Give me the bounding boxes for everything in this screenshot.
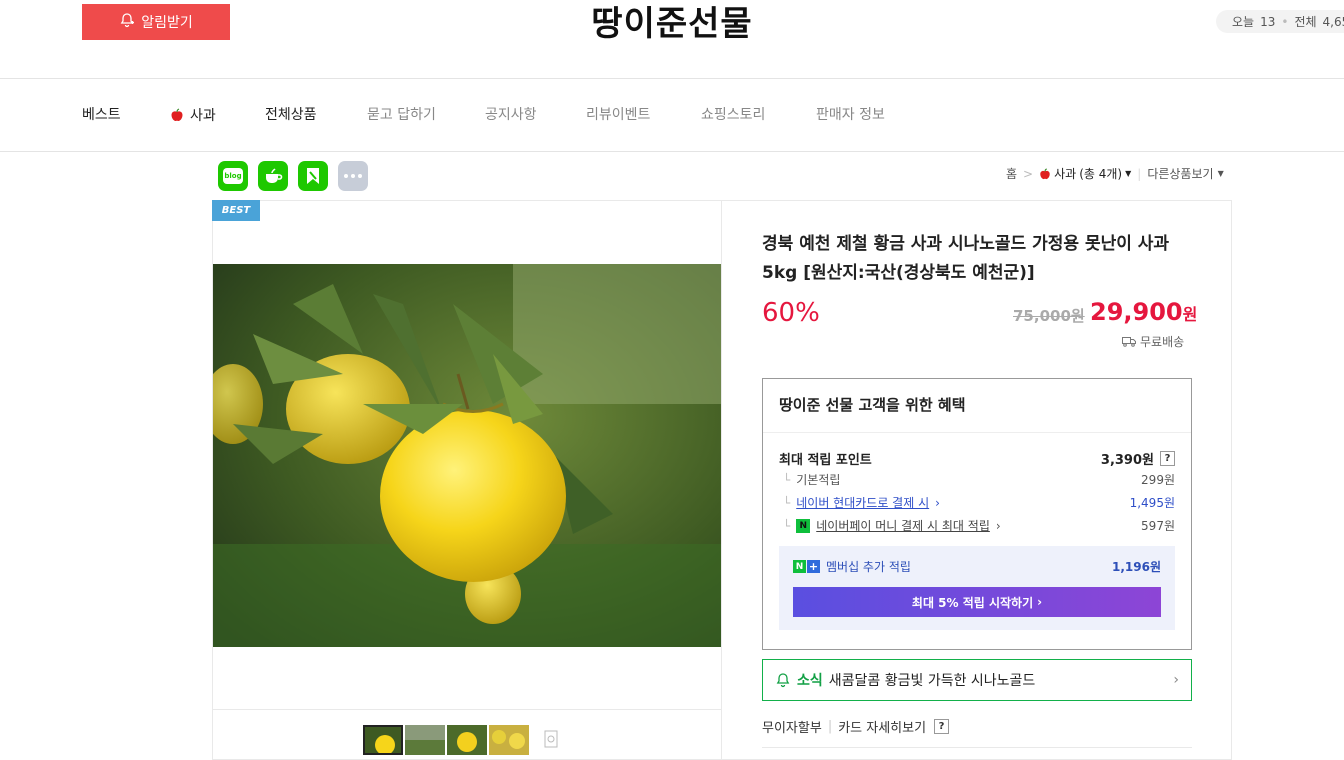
visitor-counter: 오늘 13 • 전체 4,658 xyxy=(1216,10,1344,33)
sale-price: 29,900원 xyxy=(1090,298,1197,326)
max-point-row: 최대 적립 포인트 3,390원? xyxy=(779,449,1175,468)
nav-item-review-event[interactable]: 리뷰이벤트 xyxy=(586,104,701,126)
header-divider xyxy=(0,78,1344,79)
shipping-label: 무료배송 xyxy=(1140,335,1185,349)
tree-branch-icon: └ xyxy=(783,495,791,510)
tree-branch-icon: └ xyxy=(783,518,791,533)
blog-share-label: blog xyxy=(223,168,243,184)
point-row-basic-label: 기본적립 xyxy=(796,473,841,487)
breadcrumb-home[interactable]: 홈 xyxy=(1006,165,1017,182)
sale-price-value: 29,900 xyxy=(1090,298,1183,326)
bell-icon xyxy=(776,673,790,688)
card-details-link[interactable]: 카드 자세히보기 xyxy=(838,717,926,736)
nav-item-notice[interactable]: 공지사항 xyxy=(485,104,586,126)
store-name[interactable]: 땅이준선물 xyxy=(0,0,1344,45)
npay-icon: N xyxy=(796,518,811,533)
membership-row: N + 멤버십 추가 적립 1,196원 xyxy=(793,558,1161,575)
best-badge: BEST xyxy=(212,200,260,221)
point-row-npay-amount: 597원 xyxy=(1141,519,1175,533)
membership-start-button[interactable]: 최대 5% 적립 시작하기 › xyxy=(793,587,1161,617)
thumbnail-2[interactable] xyxy=(405,725,445,755)
visitor-today-count: 13 xyxy=(1260,14,1276,29)
chevron-right-icon: › xyxy=(1037,595,1043,609)
thumbnail-5-logo[interactable] xyxy=(531,725,571,755)
point-row-basic: └ 기본적립 299원 xyxy=(779,471,1175,488)
visitor-total-count: 4,658 xyxy=(1322,14,1344,29)
visitor-total-label: 전체 xyxy=(1294,15,1317,29)
point-row-card-amount: 1,495원 xyxy=(1129,496,1175,510)
thumbnail-divider xyxy=(213,709,721,710)
nav-item-seller-info[interactable]: 판매자 정보 xyxy=(816,104,885,126)
nav-item-all[interactable]: 전체상품 xyxy=(265,104,367,126)
membership-amount: 1,196원 xyxy=(1112,560,1161,574)
caret-down-icon: ▼ xyxy=(1217,169,1224,178)
chevron-right-icon: › xyxy=(935,495,940,510)
product-title: 경북 예천 제철 황금 사과 시나노골드 가정용 못난이 사과 5kg [원산지… xyxy=(762,234,1170,283)
keep-share-icon[interactable] xyxy=(298,161,328,191)
other-products-dropdown[interactable]: 다른상품보기 ▼ xyxy=(1147,165,1223,182)
cafe-share-icon[interactable] xyxy=(258,161,288,191)
info-divider xyxy=(762,747,1192,748)
apple-icon xyxy=(1040,167,1050,179)
news-banner[interactable]: 소식 새콤달콤 황금빛 가득한 시나노골드 › xyxy=(762,659,1192,701)
help-icon[interactable]: ? xyxy=(1160,451,1175,466)
chevron-right-icon: › xyxy=(995,518,1001,533)
truck-icon xyxy=(1122,337,1136,347)
thumbnail-1[interactable] xyxy=(363,725,403,755)
breadcrumb-arrow-icon: > xyxy=(1023,166,1034,181)
nav-item-apple[interactable]: 사과 xyxy=(170,104,265,126)
sale-price-unit: 원 xyxy=(1182,305,1198,324)
nav-divider xyxy=(0,151,1344,152)
thumbnail-3[interactable] xyxy=(447,725,487,755)
breadcrumb-category[interactable]: 사과 (총 4개) ▼ xyxy=(1039,165,1131,182)
more-share-icon[interactable] xyxy=(338,161,368,191)
discount-rate: 60% xyxy=(762,298,820,328)
point-row-npay: └ N 네이버페이 머니 결제 시 최대 적립 › 597원 xyxy=(779,517,1175,534)
breadcrumb: 홈 > 사과 (총 4개) ▼ | 다른상품보기 ▼ xyxy=(1006,165,1224,182)
card-separator: | xyxy=(827,719,833,734)
blog-share-icon[interactable]: blog xyxy=(218,161,248,191)
chevron-right-icon: › xyxy=(1173,672,1179,688)
breadcrumb-count: (총 4개) xyxy=(1079,167,1123,181)
help-icon[interactable]: ? xyxy=(934,719,950,734)
shipping-info: 무료배송 xyxy=(1122,333,1184,350)
nav-item-shopping-story[interactable]: 쇼핑스토리 xyxy=(701,104,816,126)
thumbnail-4[interactable] xyxy=(489,725,529,755)
point-row-basic-amount: 299원 xyxy=(1141,473,1175,487)
main-nav: 베스트 사과 전체상품 묻고 답하기 공지사항 리뷰이벤트 쇼핑스토리 판매자 … xyxy=(82,104,885,126)
original-price: 75,000원 xyxy=(1013,307,1085,325)
membership-label: 멤버십 추가 적립 xyxy=(826,560,911,574)
caret-down-icon: ▼ xyxy=(1125,169,1132,178)
news-text: 새콤달콤 황금빛 가득한 시나노골드 xyxy=(828,673,1036,689)
point-row-card: └ 네이버 현대카드로 결제 시 › 1,495원 xyxy=(779,494,1175,511)
nav-item-best[interactable]: 베스트 xyxy=(82,104,170,126)
apple-icon xyxy=(171,108,183,121)
nav-item-qna[interactable]: 묻고 답하기 xyxy=(367,104,485,126)
card-info-row: 무이자할부 | 카드 자세히보기 ? xyxy=(762,717,950,736)
hyundai-card-link[interactable]: 네이버 현대카드로 결제 시 xyxy=(796,494,929,511)
other-products-label: 다른상품보기 xyxy=(1147,167,1214,181)
max-point-label: 최대 적립 포인트 xyxy=(779,453,872,468)
tree-branch-icon: └ xyxy=(783,472,791,487)
news-tag: 소식 xyxy=(797,673,823,689)
npay-money-link[interactable]: 네이버페이 머니 결제 시 최대 적립 xyxy=(816,517,990,534)
naver-plus-icon: N + xyxy=(793,560,820,573)
benefit-divider xyxy=(763,432,1191,433)
visitor-separator: • xyxy=(1281,14,1289,29)
breadcrumb-category-label: 사과 xyxy=(1054,167,1077,181)
benefit-title: 땅이준 선물 고객을 위한 혜택 xyxy=(779,396,966,414)
product-main-image[interactable] xyxy=(213,264,721,647)
membership-start-label: 최대 5% 적립 시작하기 xyxy=(911,595,1034,610)
installment-label: 무이자할부 xyxy=(762,721,822,736)
max-point-value: 3,390원 xyxy=(1100,453,1154,468)
nav-item-apple-label: 사과 xyxy=(190,108,216,124)
breadcrumb-separator: | xyxy=(1137,166,1142,181)
visitor-today-label: 오늘 xyxy=(1232,15,1255,29)
